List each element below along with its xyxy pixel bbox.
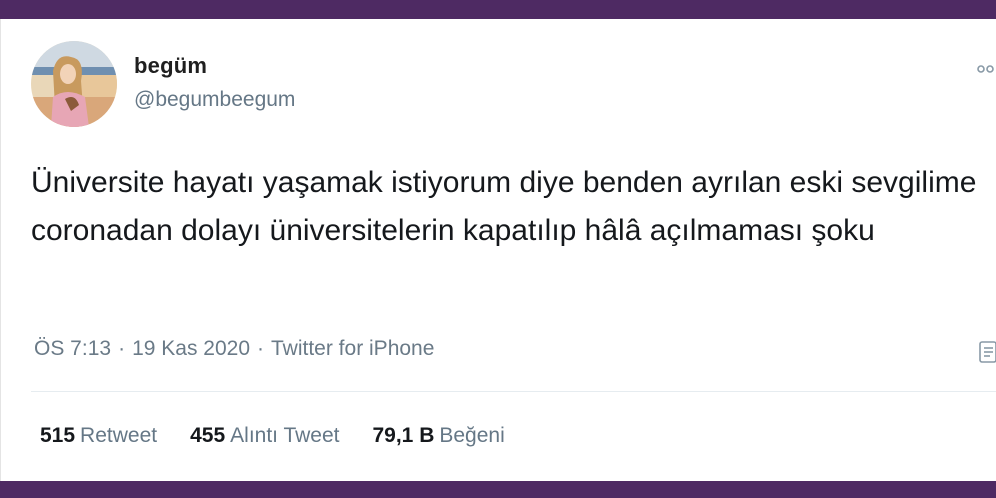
tweet-time[interactable]: ÖS 7:13 — [34, 337, 111, 361]
author-display-name[interactable]: begüm — [134, 53, 207, 79]
stats-divider — [31, 391, 996, 392]
meta-separator: · — [257, 337, 264, 360]
tweet-meta: ÖS 7:13 · 19 Kas 2020 · Twitter for iPhone — [34, 337, 434, 361]
retweet-label: Retweet — [80, 424, 158, 447]
retweet-stat[interactable]: 515 Retweet — [40, 424, 157, 448]
quote-tweet-stat[interactable]: 455 Alıntı Tweet — [190, 424, 339, 448]
tweet-text: Üniversite hayatı yaşamak istiyorum diye… — [31, 166, 977, 247]
author-handle[interactable]: @begumbeegum — [134, 88, 295, 112]
purple-frame-bottom — [0, 481, 996, 498]
like-stat[interactable]: 79,1 B Beğeni — [372, 424, 504, 448]
purple-frame-top — [0, 0, 996, 19]
like-count: 79,1 B — [372, 424, 435, 447]
tweet-source[interactable]: Twitter for iPhone — [271, 337, 434, 361]
tweet-card: begüm @begumbeegum Üniversite hayatı yaş… — [0, 19, 996, 481]
author-avatar[interactable] — [31, 41, 117, 127]
like-label: Beğeni — [439, 424, 505, 447]
analytics-icon[interactable] — [979, 341, 996, 363]
retweet-count: 515 — [40, 424, 76, 447]
tweet-stats: 515 Retweet 455 Alıntı Tweet 79,1 B Beğeni — [40, 424, 538, 448]
quote-tweet-count: 455 — [190, 424, 226, 447]
tweet-date[interactable]: 19 Kas 2020 — [132, 337, 250, 361]
avatar-photo-icon — [31, 41, 117, 127]
meta-separator: · — [118, 337, 126, 360]
more-options-icon[interactable] — [977, 61, 996, 73]
quote-tweet-label: Alıntı Tweet — [230, 424, 340, 447]
